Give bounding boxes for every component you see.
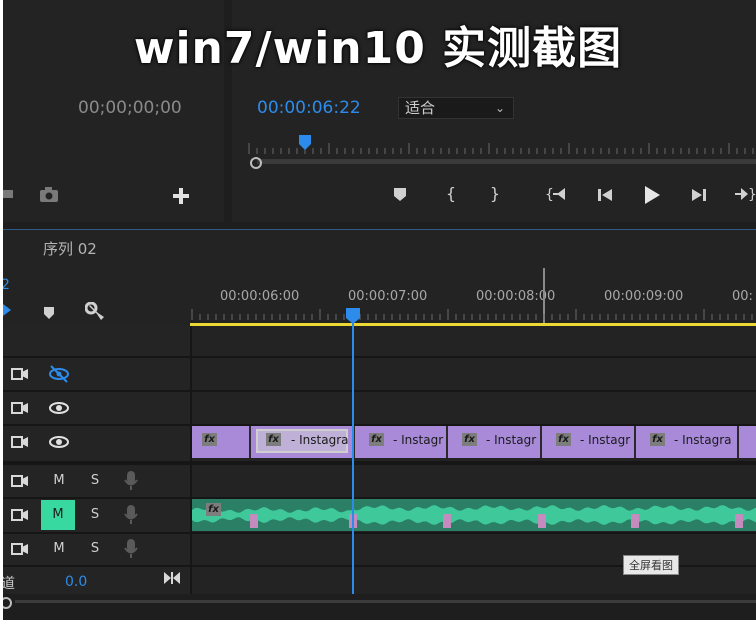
fit-dropdown[interactable]: 适合 ⌄	[398, 97, 514, 119]
add-marker-icon[interactable]	[391, 184, 409, 204]
ruler-timecode: 00:00:07:00	[348, 289, 428, 304]
audio-marker	[538, 514, 546, 528]
track-separator	[3, 356, 756, 358]
fx-badge: fx	[462, 433, 477, 446]
playhead-marker-icon[interactable]	[298, 134, 312, 152]
sequence-tab[interactable]: 序列 02	[43, 238, 97, 259]
play-icon[interactable]	[641, 184, 663, 206]
camera-icon[interactable]	[39, 186, 61, 204]
video-clip[interactable]	[739, 426, 756, 458]
master-track-label: 道	[3, 576, 15, 592]
mark-out-icon[interactable]: }	[487, 184, 503, 204]
chevron-down-icon: ⌄	[494, 101, 505, 115]
premiere-window: 00;00;00;00 00:00:06:22 适合 ⌄ { } {序列 02…	[3, 0, 756, 620]
eye-hidden-icon[interactable]	[47, 364, 71, 384]
timeline-playhead-icon[interactable]	[345, 307, 361, 325]
track-output-icon[interactable]	[11, 507, 31, 523]
fx-badge: fx	[369, 433, 384, 446]
fx-badge: fx	[650, 433, 665, 446]
track-separator	[3, 390, 756, 392]
track-separator	[3, 532, 756, 534]
header-divider	[190, 326, 192, 594]
ruler-timecode: 00:00:06:00	[220, 289, 300, 304]
mark-in-icon[interactable]: {	[443, 184, 459, 204]
snap-icon[interactable]: 2	[3, 276, 13, 316]
timeline-marker-icon[interactable]	[41, 304, 57, 322]
source-timecode: 00;00;00;00	[78, 98, 182, 118]
svg-text:2: 2	[3, 277, 10, 293]
timeline-ruler[interactable]	[190, 306, 756, 320]
step-forward-icon[interactable]	[689, 185, 709, 205]
mute-toggle[interactable]: M	[47, 537, 71, 561]
video-clip[interactable]: fx	[192, 426, 251, 458]
track-output-icon[interactable]	[11, 541, 31, 557]
solo-toggle[interactable]: S	[83, 537, 107, 561]
audio-marker	[250, 514, 258, 528]
video-clip[interactable]: fx - Instagr	[542, 426, 636, 458]
add-button-icon[interactable]	[171, 186, 191, 206]
fx-badge: fx	[556, 433, 571, 446]
microphone-icon[interactable]	[123, 538, 139, 560]
ruler-timecode: 00:	[732, 289, 753, 304]
work-area-bar[interactable]	[190, 323, 756, 326]
eye-icon[interactable]	[47, 432, 71, 452]
go-to-out-icon[interactable]: }	[733, 184, 756, 204]
step-back-icon[interactable]	[595, 185, 615, 205]
timeline-scrollbar[interactable]	[3, 594, 756, 620]
eye-icon[interactable]	[47, 398, 71, 418]
audio-marker	[735, 514, 743, 528]
video-clip[interactable]: fx - Instagra	[636, 426, 739, 458]
scroll-track[interactable]	[15, 600, 756, 603]
fx-badge: fx	[206, 503, 221, 516]
fit-dropdown-value: 适合	[405, 99, 436, 117]
track-output-icon[interactable]	[11, 473, 31, 489]
ruler-timecode: 00:00:09:00	[604, 289, 684, 304]
fullscreen-view-button[interactable]: 全屏看图	[623, 555, 679, 575]
timeline-playhead-line[interactable]	[352, 318, 354, 594]
export-frame-icon[interactable]	[3, 184, 17, 202]
program-scroll-track[interactable]	[257, 159, 756, 164]
video-audio-divider	[3, 461, 756, 465]
svg-text:}: }	[748, 187, 756, 203]
track-output-icon[interactable]	[11, 434, 31, 450]
microphone-icon[interactable]	[123, 470, 139, 492]
fx-badge: fx	[202, 433, 217, 446]
video-clip[interactable]: fx - Instagr	[355, 426, 448, 458]
audio-marker	[443, 514, 451, 528]
scroll-handle-icon[interactable]	[249, 155, 263, 169]
scroll-handle-icon[interactable]	[3, 595, 13, 609]
go-to-in-icon[interactable]: {	[545, 184, 569, 204]
program-timecode[interactable]: 00:00:06:22	[257, 98, 361, 118]
mute-toggle[interactable]: M	[47, 469, 71, 493]
microphone-icon[interactable]	[123, 504, 139, 526]
wrench-icon[interactable]	[84, 301, 107, 324]
mute-toggle-active[interactable]: M	[41, 500, 75, 530]
fx-badge: fx	[266, 433, 281, 446]
video-clip-selected[interactable]: fx - Instagra	[251, 426, 355, 458]
audio-marker	[631, 514, 639, 528]
watermark-banner: win7/win10 实测截图	[133, 23, 623, 74]
track-output-icon[interactable]	[11, 400, 31, 416]
track-output-icon[interactable]	[11, 366, 31, 382]
go-to-end-icon[interactable]	[163, 570, 181, 586]
svg-text:{: {	[545, 187, 554, 203]
solo-toggle[interactable]: S	[83, 503, 107, 527]
master-volume-value[interactable]: 0.0	[65, 574, 87, 590]
solo-toggle[interactable]: S	[83, 469, 107, 493]
program-ruler[interactable]	[247, 140, 756, 154]
video-clip[interactable]: fx - Instagr	[448, 426, 542, 458]
audio-clip-waveform[interactable]	[192, 499, 756, 531]
